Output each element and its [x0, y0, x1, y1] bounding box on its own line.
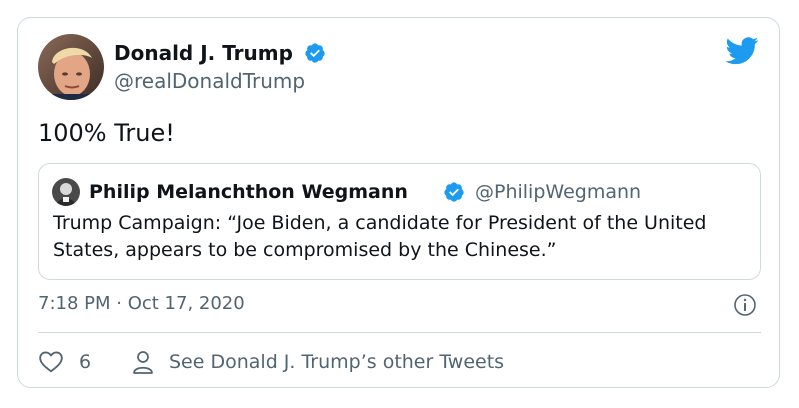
author-avatar[interactable]	[38, 34, 104, 100]
author-name-text[interactable]: Donald J. Trump	[114, 41, 293, 65]
quoted-author-name[interactable]: Philip Melanchthon Wegmann	[89, 179, 408, 205]
info-icon[interactable]	[733, 293, 757, 317]
quoted-author-avatar[interactable]	[52, 178, 80, 206]
quoted-author-handle[interactable]: @PhilipWegmann	[475, 179, 641, 205]
verified-badge-icon	[444, 182, 464, 202]
author-handle[interactable]: @realDonaldTrump	[114, 68, 305, 94]
author-name[interactable]: Donald J. Trump	[114, 40, 293, 66]
tweet-timestamp[interactable]: 7:18 PM · Oct 17, 2020	[38, 291, 245, 317]
verified-badge-icon	[305, 43, 325, 63]
heart-icon[interactable]	[38, 349, 64, 375]
like-count[interactable]: 6	[79, 348, 91, 376]
quoted-tweet[interactable]: Philip Melanchthon Wegmann @PhilipWegman…	[38, 163, 761, 280]
person-icon[interactable]	[132, 349, 154, 375]
footer-divider	[38, 332, 761, 333]
tweet-embed-card[interactable]: Donald J. Trump @realDonaldTrump 100% Tr…	[17, 17, 780, 388]
quoted-tweet-text: Trump Campaign: “Joe Biden, a candidate …	[53, 212, 707, 261]
other-tweets-link[interactable]: See Donald J. Trump’s other Tweets	[169, 348, 504, 376]
tweet-text: 100% True!	[38, 119, 175, 147]
twitter-bird-icon[interactable]	[725, 37, 759, 65]
